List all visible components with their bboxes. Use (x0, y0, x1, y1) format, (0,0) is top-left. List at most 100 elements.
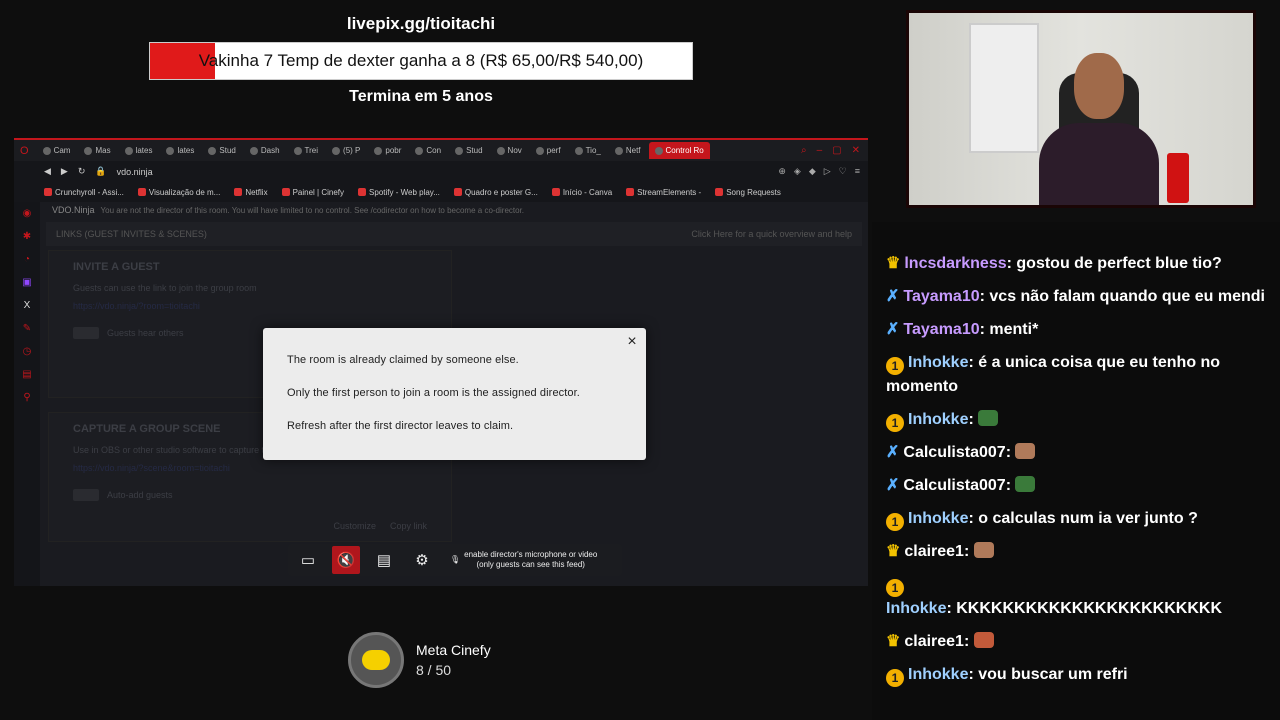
dialog-line-3: Refresh after the first director leaves … (287, 420, 514, 432)
chat-text: menti* (989, 321, 1039, 338)
bookmark-label: StreamElements - (637, 187, 702, 197)
maximize-icon[interactable]: ▢ (832, 145, 841, 156)
url-field[interactable]: vdo.ninja (117, 167, 153, 177)
chat-username[interactable]: Inhokke (886, 600, 946, 617)
opera-logo-icon[interactable]: O (20, 145, 29, 157)
sidebar-history-icon[interactable]: ◔ (24, 254, 30, 265)
chat-username[interactable]: Inhokke (908, 510, 968, 527)
sidebar-clock-icon[interactable]: ◷ (23, 346, 32, 357)
chat-username[interactable]: Inhokke (908, 354, 968, 371)
chat-text: gostou de perfect blue tio? (1016, 255, 1222, 272)
sidebar-x-icon[interactable]: X (24, 300, 31, 311)
chat-message: 1 Inhokke: vou buscar um refri (886, 663, 1266, 687)
browser-tab[interactable]: Dash (244, 142, 286, 159)
emote-icon (1015, 443, 1036, 459)
guests-settings-icon[interactable]: ⚙ (408, 546, 436, 574)
sword-badge-icon: ✗ (886, 288, 900, 305)
one-badge-icon: 1 (886, 579, 904, 597)
chat-username[interactable]: clairee1 (904, 543, 964, 560)
bookmark-item[interactable]: StreamElements - (626, 188, 701, 197)
browser-tab[interactable]: lates (119, 142, 159, 159)
tab-label: Stud (466, 146, 483, 155)
auto-add-toggle[interactable]: Auto-add guests (73, 489, 427, 501)
browser-tab[interactable]: Stud (449, 142, 488, 159)
sidebar-gear-icon[interactable]: ✱ (23, 231, 31, 242)
sidebar-box-icon[interactable]: ▤ (22, 369, 31, 380)
zoom-icon[interactable]: ⊕ (778, 166, 786, 177)
emote-icon (978, 410, 999, 426)
toggle-label: Guests hear others (107, 328, 184, 338)
browser-tab[interactable]: Control Ro (648, 142, 710, 159)
sword-badge-icon: ✗ (886, 321, 900, 338)
play-icon[interactable]: ▷ (824, 166, 831, 177)
browser-tab[interactable]: Mas (78, 142, 116, 159)
browser-tab[interactable]: Netf (609, 142, 647, 159)
chat-username[interactable]: lncsdarkness (904, 255, 1006, 272)
search-icon[interactable]: ⌕ (801, 145, 807, 156)
address-bar: ◀ ▶ ↻ 🔒 vdo.ninja ⊕ ◈ ◆ ▷ ♡ ≡ (14, 161, 868, 182)
bookmark-item[interactable]: Spotify - Web play... (358, 188, 440, 197)
chat-username[interactable]: Inhokke (908, 666, 968, 683)
meta-title: Meta Cinefy (416, 642, 491, 658)
extension-icon[interactable]: ◆ (809, 166, 816, 177)
bookmark-item[interactable]: Visualização de m... (137, 188, 220, 197)
browser-tab[interactable]: lates (160, 142, 200, 159)
browser-tab[interactable]: Cam (37, 142, 77, 159)
back-icon[interactable]: ◀ (44, 166, 51, 177)
browser-tab[interactable]: Con (409, 142, 447, 159)
chat-message: ✗ Tayama10: vcs não falam quando que eu m… (886, 285, 1266, 309)
sidebar-twitch-icon[interactable]: ▣ (22, 277, 31, 288)
goal-subtitle: Termina em 5 anos (349, 88, 493, 105)
enable-director-media[interactable]: 🎙 enable director's microphone or video(… (450, 550, 597, 570)
chat-username[interactable]: Calculista007 (903, 477, 1005, 494)
toggle-switch[interactable] (73, 489, 99, 501)
heart-icon[interactable]: ♡ (839, 166, 847, 177)
tab-favicon-icon (654, 146, 663, 155)
browser-tab[interactable]: Trei (288, 142, 324, 159)
browser-tab[interactable]: perf (530, 142, 567, 159)
links-label: LINKS (GUEST INVITES & SCENES) (56, 229, 207, 239)
sidebar-edit-icon[interactable]: ✎ (23, 323, 31, 334)
invite-link[interactable]: https://vdo.ninja/?room=tioitachi (73, 301, 427, 311)
browser-tab[interactable]: Nov (491, 142, 528, 159)
bookmark-item[interactable]: Crunchyroll - Assi... (44, 188, 124, 197)
chat-message: ♛ lncsdarkness: gostou de perfect blue ti… (886, 252, 1266, 276)
customize-button[interactable]: Customize (333, 521, 376, 531)
links-strip[interactable]: LINKS (GUEST INVITES & SCENES) Click Her… (46, 222, 862, 246)
help-link[interactable]: Click Here for a quick overview and help (691, 229, 852, 239)
bookmark-item[interactable]: Song Requests (715, 188, 781, 197)
close-icon[interactable]: × (624, 334, 640, 350)
chat-username[interactable]: Tayama10 (903, 321, 979, 338)
forward-icon[interactable]: ▶ (61, 166, 68, 177)
chat-username[interactable]: clairee1 (904, 633, 964, 650)
bookmark-item[interactable]: Painel | Cinefy (281, 188, 344, 197)
chat-icon[interactable]: ▭ (294, 546, 322, 574)
menu-icon[interactable]: ≡ (855, 166, 860, 177)
chat-username[interactable]: Inhokke (908, 411, 968, 428)
reload-icon[interactable]: ↻ (78, 166, 86, 177)
close-window-icon[interactable]: ✕ (852, 145, 860, 156)
copy-link-button[interactable]: Copy link (390, 521, 427, 531)
chat-username[interactable]: Calculista007 (903, 444, 1005, 461)
bookmark-item[interactable]: Netflix (234, 188, 268, 197)
donation-goal-bar: Vakinha 7 Temp de dexter ganha a 8 (R$ 6… (149, 42, 693, 80)
speaker-muted-icon[interactable]: 🔇 (332, 546, 360, 574)
toggle-switch[interactable] (73, 327, 99, 339)
webcam-feed (906, 10, 1256, 208)
browser-tab[interactable]: pobr (368, 142, 407, 159)
chat-username[interactable]: Tayama10 (903, 288, 979, 305)
sidebar-pin-icon[interactable]: ⚲ (23, 392, 30, 403)
bookmark-icon (44, 188, 52, 196)
sidebar-home-icon[interactable]: ◉ (23, 208, 32, 219)
bookmark-item[interactable]: Início - Canva (551, 188, 612, 197)
minimize-icon[interactable]: – (817, 145, 823, 156)
bookmark-item[interactable]: Quadro e poster G... (453, 188, 538, 197)
browser-tab[interactable]: Tio_ (569, 142, 607, 159)
browser-tab[interactable]: (5) P (326, 142, 366, 159)
emote-icon (973, 542, 994, 558)
shelf-image (969, 23, 1039, 153)
extension-icon[interactable]: ◈ (794, 166, 801, 177)
browser-tab[interactable]: Stud (202, 142, 241, 159)
capture-link[interactable]: https://vdo.ninja/?scene&room=tioitachi (73, 463, 427, 473)
settings-panel-icon[interactable]: ▤ (370, 546, 398, 574)
